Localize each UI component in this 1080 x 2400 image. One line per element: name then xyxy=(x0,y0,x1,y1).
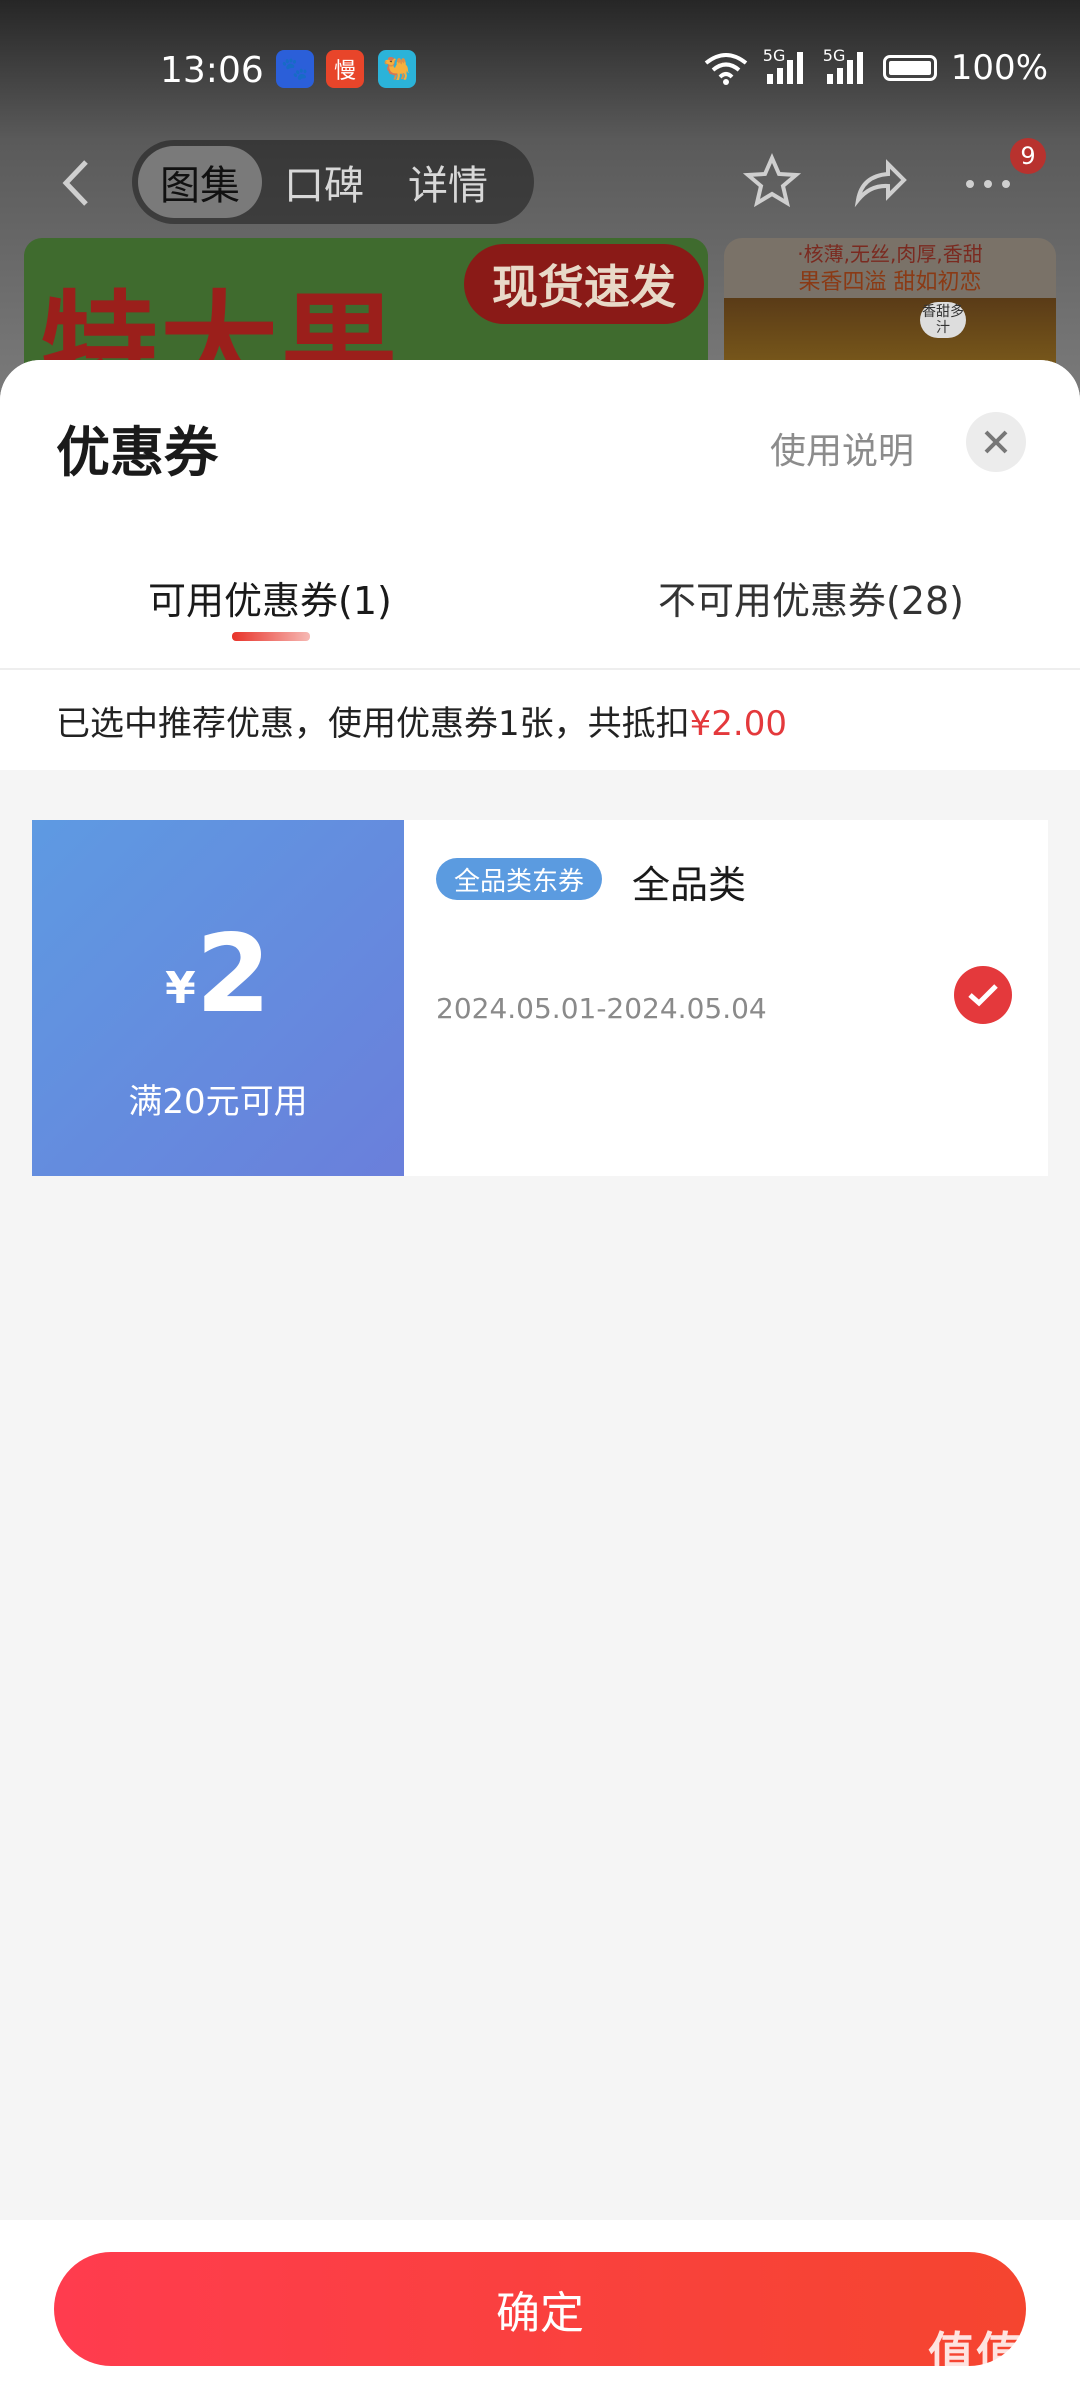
active-tab-indicator xyxy=(232,632,310,641)
thumbnail-line-2: 果香四溢 甜如初恋 xyxy=(798,270,982,295)
close-button[interactable] xyxy=(966,412,1026,472)
signal-5g-icon-1: 5G xyxy=(763,48,809,86)
coupon-value-panel: ¥2 满20元可用 xyxy=(32,820,404,1176)
product-nav-bar: 图集 口碑 详情 9 xyxy=(0,138,1080,228)
tab-details[interactable]: 详情 xyxy=(386,146,510,218)
more-icon[interactable] xyxy=(958,152,1018,212)
share-icon[interactable] xyxy=(850,152,910,212)
star-icon[interactable] xyxy=(742,152,802,212)
back-arrow-icon[interactable] xyxy=(56,158,96,208)
status-bar: 13:06 🐾 慢 🐫 5G 5G 100% xyxy=(0,0,1080,140)
status-time: 13:06 xyxy=(160,50,264,91)
close-icon xyxy=(984,430,1008,454)
sheet-header: 优惠券 使用说明 可用优惠券(1) 不可用优惠券(28) xyxy=(0,360,1080,670)
coupon-amount: 2 xyxy=(195,912,271,1037)
thumbnail-line-1: ·核薄,无丝,肉厚,香甜 xyxy=(797,242,983,266)
coupon-value: ¥2 xyxy=(32,912,404,1037)
signal-5g-icon-2: 5G xyxy=(823,48,869,86)
coupon-sheet: 优惠券 使用说明 可用优惠券(1) 不可用优惠券(28) 已选中推荐优惠，使用优… xyxy=(0,360,1080,2400)
tab-available-coupons[interactable]: 可用优惠券(1) xyxy=(148,570,392,625)
summary-prefix: 已选中推荐优惠，使用优惠券1张，共抵扣 xyxy=(56,704,690,744)
thumbnail-tag: 香甜多汁 xyxy=(920,302,966,338)
section-tabs: 图集 口碑 详情 xyxy=(132,140,534,224)
message-badge: 9 xyxy=(1010,138,1046,174)
tab-reviews[interactable]: 口碑 xyxy=(262,146,386,218)
sheet-footer: 确定 xyxy=(0,2220,1080,2400)
watermark-url: zhizhizhi.com xyxy=(930,2372,1052,2393)
coupon-validity: 2024.05.01-2024.05.04 xyxy=(436,992,767,1025)
coupon-currency: ¥ xyxy=(165,963,196,1014)
coupon-name: 全品类 xyxy=(632,863,747,907)
coupon-select-checkbox[interactable] xyxy=(954,966,1012,1024)
tab-unavailable-coupons[interactable]: 不可用优惠券(28) xyxy=(658,570,964,625)
confirm-button[interactable]: 确定 xyxy=(54,2252,1026,2366)
baidu-app-icon: 🐾 xyxy=(276,50,314,88)
discount-summary: 已选中推荐优惠，使用优惠券1张，共抵扣¥2.00 xyxy=(0,670,1080,770)
coupon-condition: 满20元可用 xyxy=(128,1082,308,1122)
usage-instructions-link[interactable]: 使用说明 xyxy=(770,422,914,474)
camel-app-icon: 🐫 xyxy=(378,50,416,88)
sheet-title: 优惠券 xyxy=(56,421,218,484)
banner-pill: 现货速发 xyxy=(464,244,704,324)
coupon-type-tag: 全品类东券 xyxy=(436,858,603,900)
battery-percent: 100% xyxy=(950,48,1048,88)
battery-icon xyxy=(882,55,937,81)
coupon-card[interactable]: ¥2 满20元可用 全品类东券 全品类 2024.05.01-2024.05.0… xyxy=(32,820,1048,1176)
tab-gallery[interactable]: 图集 xyxy=(138,146,262,218)
product-page-background: 13:06 🐾 慢 🐫 5G 5G 100% 图集 口碑 详情 9 特大果 现货… xyxy=(0,0,1080,408)
app-icon-man: 慢 xyxy=(326,50,364,88)
wifi-icon xyxy=(704,53,748,85)
summary-text: 已选中推荐优惠，使用优惠券1张，共抵扣¥2.00 xyxy=(56,696,787,745)
checkmark-icon xyxy=(968,984,998,1007)
summary-amount: ¥2.00 xyxy=(689,704,787,744)
